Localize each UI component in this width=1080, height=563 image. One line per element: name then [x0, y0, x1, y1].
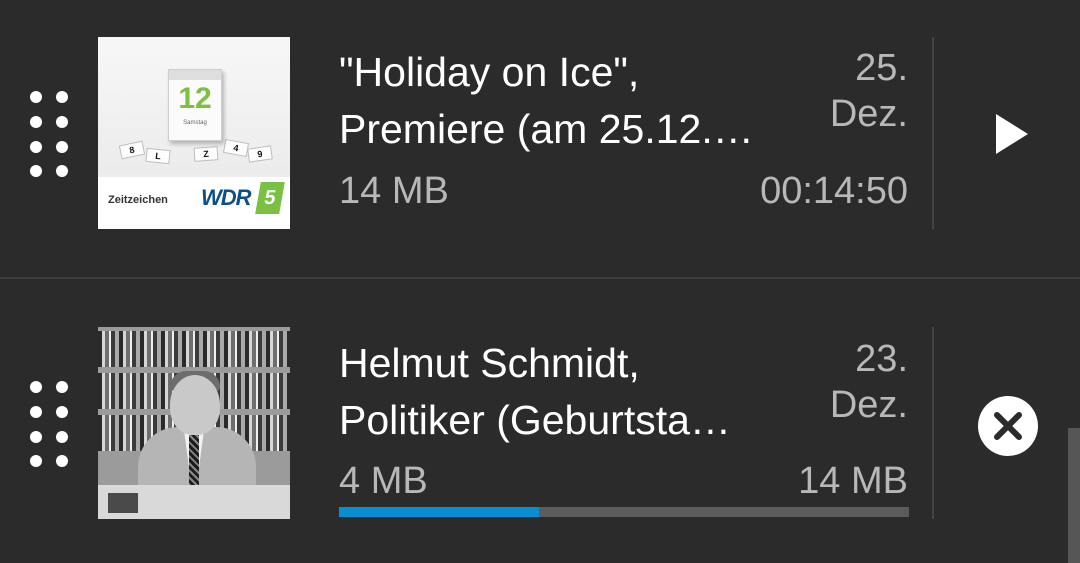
- queue-item[interactable]: 8 L Z 4 9 12 Samstag Zeitzeichen WDR 5 "…: [0, 0, 1080, 277]
- queue-list: 8 L Z 4 9 12 Samstag Zeitzeichen WDR 5 "…: [0, 0, 1080, 563]
- play-icon: [996, 114, 1028, 154]
- episode-date: 23. Dez.: [829, 338, 908, 426]
- play-button[interactable]: [990, 112, 1032, 156]
- download-progress-fill: [339, 507, 539, 517]
- episode-size: 14 MB: [339, 170, 449, 212]
- scrollbar[interactable]: [1068, 428, 1080, 563]
- drag-handle-icon[interactable]: [30, 381, 70, 467]
- download-progress-bar: [339, 507, 909, 517]
- drag-handle-icon[interactable]: [30, 91, 70, 177]
- episode-title: Helmut Schmidt, Politiker (Geburtsta…: [339, 340, 731, 443]
- episode-thumbnail: [98, 327, 290, 519]
- downloaded-size: 4 MB: [339, 460, 428, 502]
- total-size: 14 MB: [798, 460, 908, 502]
- cancel-icon: [978, 396, 1038, 456]
- show-name: Zeitzeichen: [108, 194, 168, 206]
- calendar-graphic: 12 Samstag: [168, 69, 222, 141]
- queue-item[interactable]: Helmut Schmidt, Politiker (Geburtsta… 23…: [0, 279, 1080, 563]
- divider: [932, 327, 934, 519]
- episode-duration: 00:14:50: [760, 170, 908, 212]
- episode-title: "Holiday on Ice", Premiere (am 25.12.…: [339, 49, 754, 152]
- episode-date: 25. Dez.: [829, 47, 908, 135]
- episode-thumbnail: 8 L Z 4 9 12 Samstag Zeitzeichen WDR 5: [98, 37, 290, 229]
- station-logo: WDR: [201, 185, 252, 210]
- cancel-download-button[interactable]: [977, 395, 1039, 457]
- divider: [932, 37, 934, 229]
